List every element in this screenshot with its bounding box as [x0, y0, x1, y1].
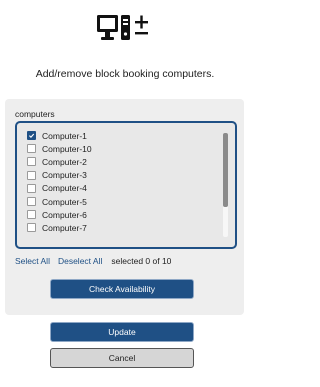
- list-item-label: Computer-1: [42, 130, 87, 141]
- selection-actions: Select All Deselect All selected 0 of 10: [15, 256, 171, 266]
- list-item[interactable]: Computer-7: [27, 221, 212, 234]
- listbox-scrollbar[interactable]: [223, 133, 228, 237]
- checkbox[interactable]: [27, 131, 36, 141]
- deselect-all-link[interactable]: Deselect All: [58, 256, 102, 266]
- checkbox[interactable]: [27, 223, 36, 233]
- computers-listbox[interactable]: Computer-1 Computer-10 Computer-2 Computer-…: [15, 121, 237, 249]
- checkbox[interactable]: [27, 144, 36, 154]
- list-item-label: Computer-7: [42, 222, 87, 233]
- checkbox[interactable]: [27, 183, 36, 193]
- cancel-button[interactable]: Cancel: [50, 348, 194, 368]
- list-item[interactable]: Computer-4: [27, 182, 212, 195]
- panel-title: computers: [15, 109, 55, 119]
- list-item-label: Computer-4: [42, 183, 87, 194]
- list-item-label: Computer-3: [42, 170, 87, 181]
- checkbox[interactable]: [27, 210, 36, 220]
- update-button[interactable]: Update: [50, 322, 194, 342]
- list-item[interactable]: Computer-6: [27, 208, 212, 221]
- list-item-label: Computer-5: [42, 196, 87, 207]
- computer-add-remove-icon: [97, 15, 148, 40]
- checkbox[interactable]: [27, 157, 36, 167]
- scrollbar-thumb[interactable]: [223, 133, 228, 207]
- page-subtitle: Add/remove block booking computers.: [35, 68, 215, 80]
- checkbox[interactable]: [27, 197, 36, 207]
- computers-list: Computer-1 Computer-10 Computer-2 Computer-…: [27, 129, 212, 242]
- list-item[interactable]: Computer-1: [27, 129, 212, 142]
- select-all-link[interactable]: Select All: [15, 256, 50, 266]
- checkbox[interactable]: [27, 170, 36, 180]
- list-item[interactable]: Computer-3: [27, 169, 212, 182]
- selected-count: selected 0 of 10: [111, 256, 172, 266]
- list-item-label: Computer-6: [42, 209, 87, 220]
- list-item[interactable]: Computer-5: [27, 195, 212, 208]
- list-item-label: Computer-2: [42, 156, 87, 167]
- list-item-label: Computer-10: [42, 143, 92, 154]
- computers-panel: computers Computer-1 Computer-10 Computer-…: [5, 99, 244, 315]
- check-availability-button[interactable]: Check Availability: [50, 279, 194, 299]
- list-item[interactable]: Computer-10: [27, 142, 212, 155]
- list-item[interactable]: Computer-2: [27, 155, 212, 168]
